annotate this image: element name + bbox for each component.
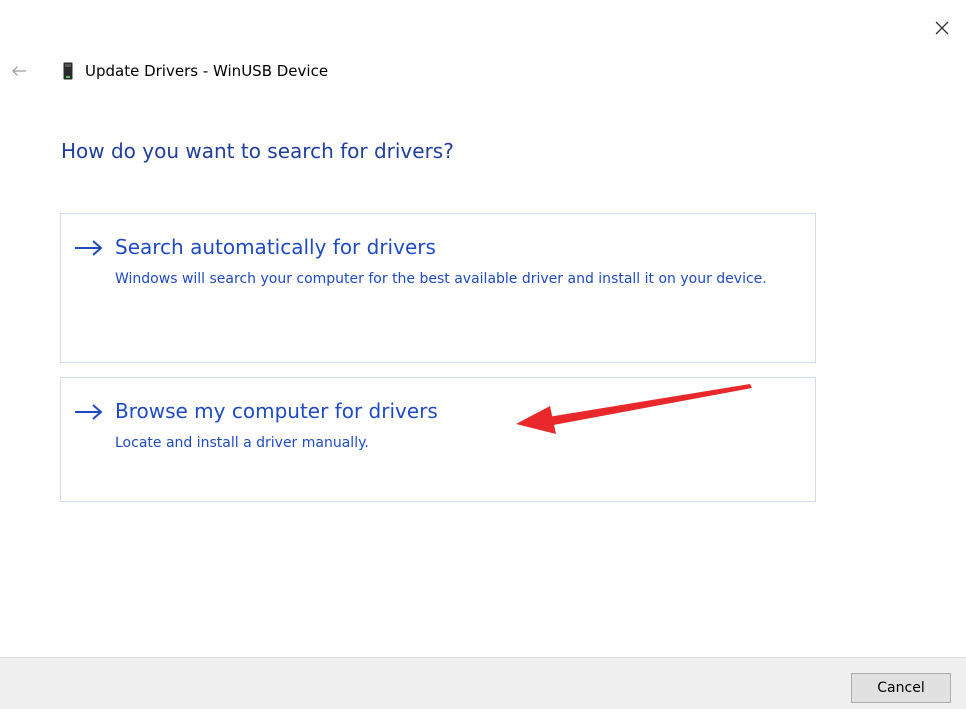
dialog-title: Update Drivers - WinUSB Device [85, 62, 329, 80]
dialog-footer: Cancel [0, 657, 966, 709]
option-description: Locate and install a driver manually. [115, 435, 369, 451]
close-icon [935, 21, 949, 35]
right-arrow-icon [75, 240, 103, 256]
back-arrow-icon [12, 66, 26, 76]
option-title: Browse my computer for drivers [115, 399, 438, 423]
cancel-button[interactable]: Cancel [851, 673, 951, 703]
page-heading: How do you want to search for drivers? [61, 139, 454, 163]
option-title: Search automatically for drivers [115, 235, 436, 259]
browse-computer-option[interactable]: Browse my computer for drivers Locate an… [60, 377, 816, 502]
right-arrow-icon [75, 404, 103, 420]
dialog-header: Update Drivers - WinUSB Device [8, 58, 328, 84]
option-description: Windows will search your computer for th… [115, 271, 767, 287]
back-button[interactable] [8, 60, 30, 82]
update-drivers-dialog: Update Drivers - WinUSB Device How do yo… [0, 0, 966, 709]
usb-device-icon [62, 61, 74, 81]
search-automatically-option[interactable]: Search automatically for drivers Windows… [60, 213, 816, 363]
close-button[interactable] [928, 14, 956, 42]
